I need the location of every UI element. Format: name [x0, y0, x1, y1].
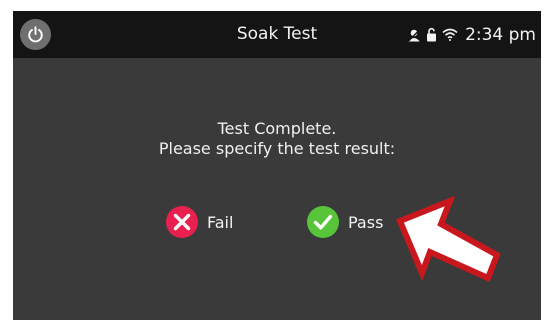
x-circle-icon	[166, 206, 198, 238]
user-icon	[407, 28, 421, 42]
message-line-2: Please specify the test result:	[158, 139, 396, 158]
arrow-pointer-icon	[396, 195, 501, 283]
lock-icon	[426, 27, 437, 42]
pass-button[interactable]: Pass	[306, 204, 383, 240]
check-circle-icon	[307, 206, 339, 238]
wifi-icon	[442, 28, 458, 41]
pass-label: Pass	[348, 212, 384, 232]
message-line-1: Test Complete.	[217, 119, 337, 138]
title-bar: Soak Test 2:34 pm	[13, 11, 541, 58]
fail-button[interactable]: Fail	[165, 204, 233, 240]
result-prompt: Test Complete. Please specify the test r…	[13, 119, 541, 159]
fail-label: Fail	[207, 212, 234, 232]
status-area: 2:34 pm	[407, 11, 536, 58]
clock: 2:34 pm	[465, 24, 536, 45]
